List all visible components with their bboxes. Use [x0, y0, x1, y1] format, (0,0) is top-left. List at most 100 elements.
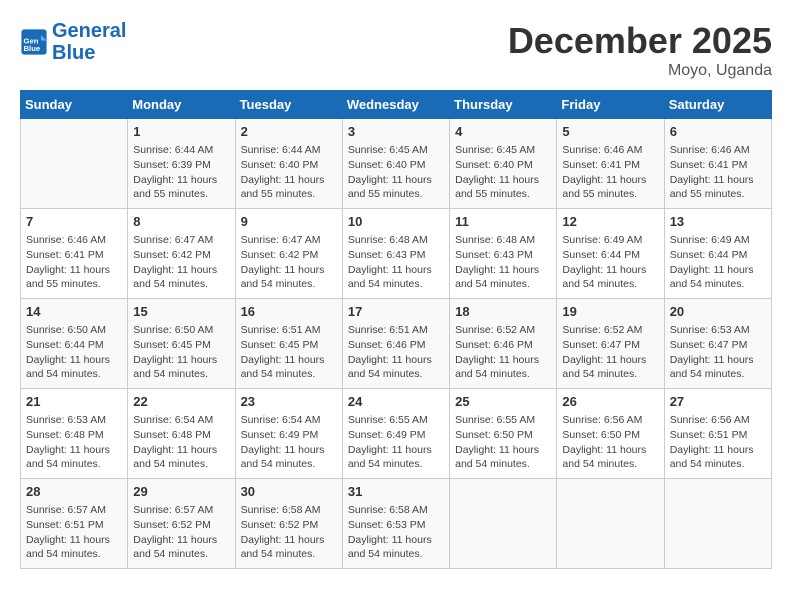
calendar-cell: 24 Sunrise: 6:55 AMSunset: 6:49 PMDayligh… — [342, 389, 449, 479]
day-number: 4 — [455, 123, 551, 141]
day-number: 5 — [562, 123, 658, 141]
day-number: 27 — [670, 393, 766, 411]
day-info: Sunrise: 6:49 AMSunset: 6:44 PMDaylight:… — [670, 233, 766, 292]
day-info: Sunrise: 6:55 AMSunset: 6:50 PMDaylight:… — [455, 413, 551, 472]
day-number: 31 — [348, 483, 444, 501]
calendar-cell: 11Sunrise: 6:48 AMSunset: 6:43 PMDayligh… — [450, 209, 557, 299]
day-number: 30 — [241, 483, 337, 501]
calendar-cell: 7Sunrise: 6:46 AMSunset: 6:41 PMDaylight… — [21, 209, 128, 299]
calendar-cell — [450, 479, 557, 569]
day-number: 24 — [348, 393, 444, 411]
day-number: 16 — [241, 303, 337, 321]
calendar-cell: 5Sunrise: 6:46 AMSunset: 6:41 PMDaylight… — [557, 119, 664, 209]
calendar-cell: 16Sunrise: 6:51 AMSunset: 6:45 PMDayligh… — [235, 299, 342, 389]
day-info: Sunrise: 6:48 AMSunset: 6:43 PMDaylight:… — [455, 233, 551, 292]
calendar-cell: 20 Sunrise: 6:53 AMSunset: 6:47 PMDayligh… — [664, 299, 771, 389]
calendar-cell: 12 Sunrise: 6:49 AMSunset: 6:44 PMDayligh… — [557, 209, 664, 299]
calendar-cell: 8Sunrise: 6:47 AMSunset: 6:42 PMDaylight… — [128, 209, 235, 299]
day-number: 9 — [241, 213, 337, 231]
week-row-2: 7Sunrise: 6:46 AMSunset: 6:41 PMDaylight… — [21, 209, 772, 299]
day-info: Sunrise: 6:49 AMSunset: 6:44 PMDaylight:… — [562, 233, 658, 292]
day-number: 12 — [562, 213, 658, 231]
day-number: 21 — [26, 393, 122, 411]
day-info: Sunrise: 6:51 AMSunset: 6:46 PMDaylight:… — [348, 323, 444, 382]
day-number: 28 — [26, 483, 122, 501]
day-number: 1 — [133, 123, 229, 141]
calendar-cell — [664, 479, 771, 569]
logo: Gen Blue GeneralBlue — [20, 20, 126, 64]
calendar-table: SundayMondayTuesdayWednesdayThursdayFrid… — [20, 90, 772, 569]
calendar-cell: 14Sunrise: 6:50 AMSunset: 6:44 PMDayligh… — [21, 299, 128, 389]
svg-text:Blue: Blue — [24, 44, 41, 53]
calendar-cell: 15 Sunrise: 6:50 AMSunset: 6:45 PMDayligh… — [128, 299, 235, 389]
day-info: Sunrise: 6:58 AMSunset: 6:52 PMDaylight:… — [241, 503, 337, 562]
day-info: Sunrise: 6:52 AMSunset: 6:46 PMDaylight:… — [455, 323, 551, 382]
day-info: Sunrise: 6:47 AMSunset: 6:42 PMDaylight:… — [133, 233, 229, 292]
day-info: Sunrise: 6:55 AMSunset: 6:49 PMDaylight:… — [348, 413, 444, 472]
day-info: Sunrise: 6:56 AMSunset: 6:51 PMDaylight:… — [670, 413, 766, 472]
week-row-1: 1 Sunrise: 6:44 AMSunset: 6:39 PMDaylight… — [21, 119, 772, 209]
day-info: Sunrise: 6:50 AMSunset: 6:44 PMDaylight:… — [26, 323, 122, 382]
calendar-cell: 26 Sunrise: 6:56 AMSunset: 6:50 PMDayligh… — [557, 389, 664, 479]
calendar-cell — [21, 119, 128, 209]
calendar-cell: 9 Sunrise: 6:47 AMSunset: 6:42 PMDaylight… — [235, 209, 342, 299]
calendar-cell: 27 Sunrise: 6:56 AMSunset: 6:51 PMDayligh… — [664, 389, 771, 479]
day-number: 22 — [133, 393, 229, 411]
day-number: 10 — [348, 213, 444, 231]
day-number: 25 — [455, 393, 551, 411]
calendar-cell: 22 Sunrise: 6:54 AMSunset: 6:48 PMDayligh… — [128, 389, 235, 479]
calendar-cell — [557, 479, 664, 569]
calendar-cell: 18 Sunrise: 6:52 AMSunset: 6:46 PMDayligh… — [450, 299, 557, 389]
day-info: Sunrise: 6:54 AMSunset: 6:48 PMDaylight:… — [133, 413, 229, 472]
day-info: Sunrise: 6:44 AMSunset: 6:40 PMDaylight:… — [241, 143, 337, 202]
day-number: 23 — [241, 393, 337, 411]
day-number: 17 — [348, 303, 444, 321]
calendar-cell: 28 Sunrise: 6:57 AMSunset: 6:51 PMDayligh… — [21, 479, 128, 569]
day-info: Sunrise: 6:44 AMSunset: 6:39 PMDaylight:… — [133, 143, 229, 202]
calendar-cell: 4 Sunrise: 6:45 AMSunset: 6:40 PMDaylight… — [450, 119, 557, 209]
week-row-4: 21 Sunrise: 6:53 AMSunset: 6:48 PMDayligh… — [21, 389, 772, 479]
logo-text: GeneralBlue — [52, 20, 126, 64]
day-number: 29 — [133, 483, 229, 501]
day-info: Sunrise: 6:52 AMSunset: 6:47 PMDaylight:… — [562, 323, 658, 382]
day-number: 2 — [241, 123, 337, 141]
calendar-cell: 19 Sunrise: 6:52 AMSunset: 6:47 PMDayligh… — [557, 299, 664, 389]
calendar-cell: 3Sunrise: 6:45 AMSunset: 6:40 PMDaylight… — [342, 119, 449, 209]
calendar-cell: 10 Sunrise: 6:48 AMSunset: 6:43 PMDayligh… — [342, 209, 449, 299]
day-info: Sunrise: 6:53 AMSunset: 6:47 PMDaylight:… — [670, 323, 766, 382]
day-header-wednesday: Wednesday — [342, 91, 449, 119]
day-number: 13 — [670, 213, 766, 231]
calendar-cell: 2 Sunrise: 6:44 AMSunset: 6:40 PMDaylight… — [235, 119, 342, 209]
day-info: Sunrise: 6:54 AMSunset: 6:49 PMDaylight:… — [241, 413, 337, 472]
calendar-cell: 1 Sunrise: 6:44 AMSunset: 6:39 PMDaylight… — [128, 119, 235, 209]
day-header-thursday: Thursday — [450, 91, 557, 119]
day-number: 15 — [133, 303, 229, 321]
calendar-cell: 29Sunrise: 6:57 AMSunset: 6:52 PMDayligh… — [128, 479, 235, 569]
day-number: 7 — [26, 213, 122, 231]
location: Moyo, Uganda — [508, 62, 772, 80]
calendar-cell: 17 Sunrise: 6:51 AMSunset: 6:46 PMDayligh… — [342, 299, 449, 389]
day-header-tuesday: Tuesday — [235, 91, 342, 119]
day-number: 19 — [562, 303, 658, 321]
day-info: Sunrise: 6:45 AMSunset: 6:40 PMDaylight:… — [455, 143, 551, 202]
header-row: SundayMondayTuesdayWednesdayThursdayFrid… — [21, 91, 772, 119]
calendar-cell: 31 Sunrise: 6:58 AMSunset: 6:53 PMDayligh… — [342, 479, 449, 569]
day-info: Sunrise: 6:48 AMSunset: 6:43 PMDaylight:… — [348, 233, 444, 292]
day-header-friday: Friday — [557, 91, 664, 119]
day-header-monday: Monday — [128, 91, 235, 119]
day-number: 18 — [455, 303, 551, 321]
day-number: 26 — [562, 393, 658, 411]
calendar-cell: 30 Sunrise: 6:58 AMSunset: 6:52 PMDayligh… — [235, 479, 342, 569]
day-info: Sunrise: 6:46 AMSunset: 6:41 PMDaylight:… — [670, 143, 766, 202]
day-info: Sunrise: 6:58 AMSunset: 6:53 PMDaylight:… — [348, 503, 444, 562]
day-info: Sunrise: 6:50 AMSunset: 6:45 PMDaylight:… — [133, 323, 229, 382]
day-info: Sunrise: 6:56 AMSunset: 6:50 PMDaylight:… — [562, 413, 658, 472]
day-info: Sunrise: 6:53 AMSunset: 6:48 PMDaylight:… — [26, 413, 122, 472]
day-info: Sunrise: 6:57 AMSunset: 6:51 PMDaylight:… — [26, 503, 122, 562]
title-block: December 2025 Moyo, Uganda — [508, 20, 772, 80]
day-info: Sunrise: 6:47 AMSunset: 6:42 PMDaylight:… — [241, 233, 337, 292]
calendar-cell: 21 Sunrise: 6:53 AMSunset: 6:48 PMDayligh… — [21, 389, 128, 479]
month-year: December 2025 — [508, 20, 772, 62]
day-number: 20 — [670, 303, 766, 321]
page-header: Gen Blue GeneralBlue December 2025 Moyo,… — [20, 20, 772, 80]
